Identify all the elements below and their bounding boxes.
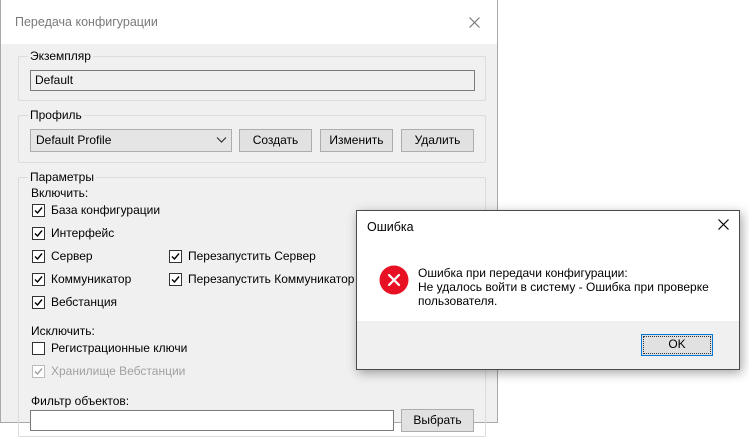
close-icon [718,219,729,230]
checkbox-label: База конфигурации [51,203,161,217]
error-message-line: пользователя. [418,294,498,308]
error-message: Ошибка при передачи конфигурации: Не уда… [418,266,709,308]
profile-select[interactable]: Default Profile [30,129,232,152]
close-button[interactable] [451,0,497,44]
checkbox-server[interactable]: Сервер [32,248,93,264]
edit-profile-button[interactable]: Изменить [320,129,393,152]
checkbox-empty [32,341,45,355]
checkbox-label: Сервер [51,249,93,263]
checkbox-label: Хранилище Вебстанции [51,364,186,378]
dialog-footer: OK [357,321,739,369]
checkmark-icon [32,364,45,378]
checkmark-icon [169,249,182,263]
checkbox-interface[interactable]: Интерфейс [32,225,114,241]
checkmark-icon [169,272,182,286]
filter-input[interactable] [30,410,394,431]
checkbox-label: Регистрационные ключи [51,341,188,355]
title-bar: Передача конфигурации [1,0,497,44]
ok-button[interactable]: OK [641,334,713,356]
error-icon [379,265,409,298]
error-message-line: Не удалось войти в систему - Ошибка при … [418,280,709,294]
create-profile-button[interactable]: Создать [239,129,312,152]
checkmark-icon [32,203,45,217]
checkmark-icon [32,249,45,263]
checkmark-icon [32,226,45,240]
checkbox-label: Интерфейс [51,226,115,240]
instance-field[interactable]: Default [30,70,475,91]
include-label: Включить: [31,186,89,200]
checkbox-webstation-storage: Хранилище Вебстанции [32,363,185,379]
profile-legend: Профиль [28,108,84,122]
checkbox-webstation[interactable]: Вебстанция [32,294,117,310]
window-title: Передача конфигурации [15,15,158,29]
dialog-title: Ошибка [367,220,414,234]
params-legend: Параметры [28,170,96,184]
checkmark-icon [32,272,45,286]
close-icon [468,16,480,28]
error-dialog: Ошибка Ошибка при передачи конфигурации:… [356,210,740,370]
checkbox-registration-keys[interactable]: Регистрационные ключи [32,340,187,356]
filter-label: Фильтр объектов: [31,394,130,408]
select-filter-button[interactable]: Выбрать [401,409,474,432]
error-message-line: Ошибка при передачи конфигурации: [418,266,628,280]
profile-select-value: Default Profile [36,133,112,147]
dialog-close-button[interactable] [718,219,729,233]
chevron-down-icon [216,134,227,148]
checkbox-restart-server[interactable]: Перезапустить Сервер [169,248,316,264]
checkbox-label: Перезапустить Сервер [188,249,316,263]
exclude-label: Исключить: [31,324,95,338]
checkbox-label: Коммуникатор [51,272,132,286]
checkbox-config-db[interactable]: База конфигурации [32,202,160,218]
checkbox-communicator[interactable]: Коммуникатор [32,271,131,287]
checkbox-label: Перезапустить Коммуникатор [188,272,355,286]
instance-legend: Экземпляр [28,49,93,63]
checkbox-label: Вебстанция [51,295,118,309]
checkmark-icon [32,295,45,309]
delete-profile-button[interactable]: Удалить [401,129,474,152]
checkbox-restart-communicator[interactable]: Перезапустить Коммуникатор [169,271,354,287]
